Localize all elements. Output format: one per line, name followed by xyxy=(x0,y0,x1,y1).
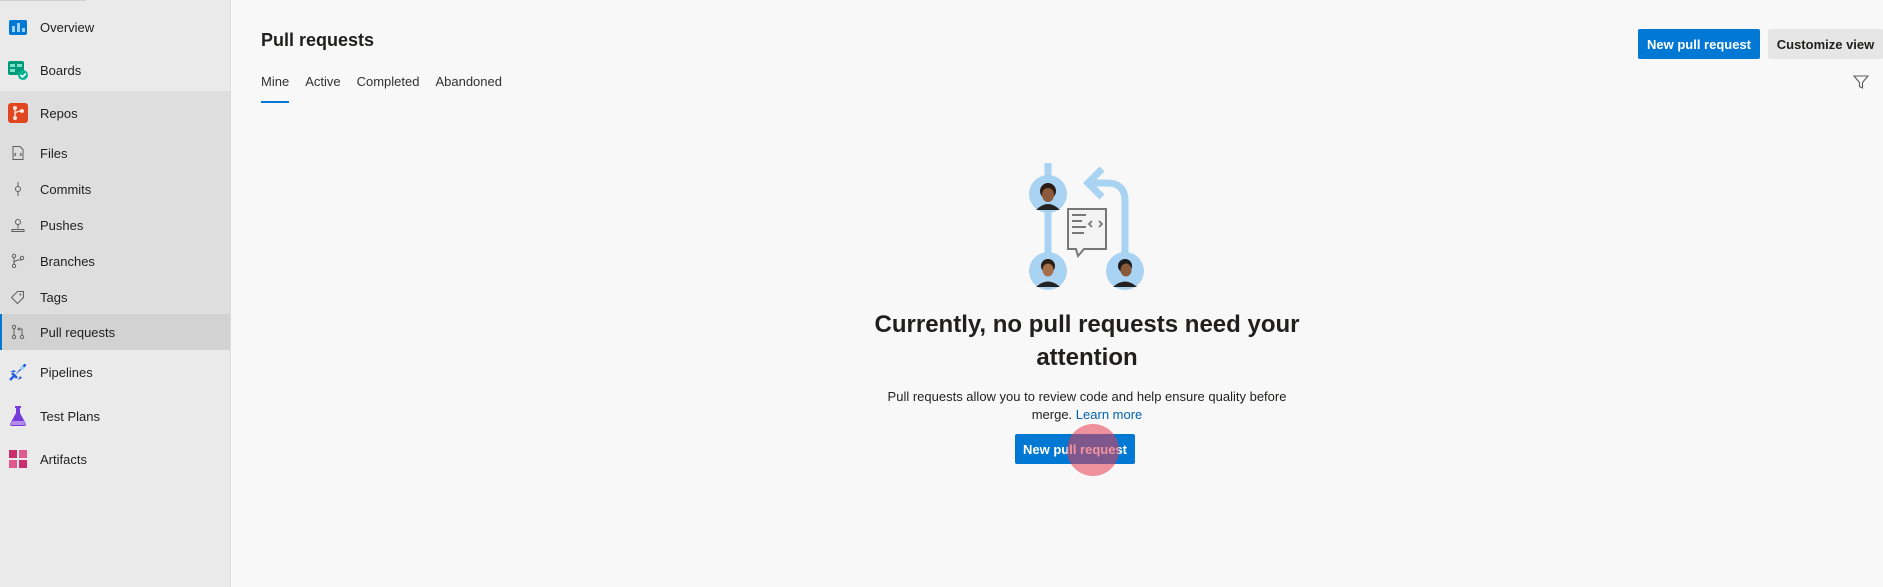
overview-icon xyxy=(7,16,29,38)
nav-item-label: Repos xyxy=(40,105,78,121)
test-plans-icon xyxy=(7,405,29,427)
pr-tabs: Mine Active Completed Abandoned xyxy=(261,74,518,104)
nav-item-tags[interactable]: Tags xyxy=(0,284,230,310)
branches-icon xyxy=(10,253,26,269)
nav-item-label: Pushes xyxy=(40,217,84,233)
nav-item-test-plans[interactable]: Test Plans xyxy=(0,403,230,429)
nav-item-label: Pull requests xyxy=(40,324,116,340)
artifacts-icon xyxy=(7,448,29,470)
nav-item-artifacts[interactable]: Artifacts xyxy=(0,446,230,472)
nav-item-boards[interactable]: Boards xyxy=(0,57,230,83)
left-navigation: Overview Boards Repos Files Commits Push… xyxy=(0,0,231,587)
nav-item-label: Boards xyxy=(40,62,82,78)
empty-state-illustration xyxy=(1012,153,1162,293)
nav-item-pushes[interactable]: Pushes xyxy=(0,212,230,238)
nav-item-files[interactable]: Files xyxy=(0,140,230,166)
nav-item-label: Tags xyxy=(40,289,68,305)
empty-state-new-pull-request-button[interactable]: New pull request xyxy=(1015,434,1135,464)
nav-item-branches[interactable]: Branches xyxy=(0,248,230,274)
new-pull-request-button[interactable]: New pull request xyxy=(1638,29,1760,59)
nav-item-pipelines[interactable]: Pipelines xyxy=(0,359,230,385)
empty-state-title: Currently, no pull requests need your at… xyxy=(874,311,1300,371)
nav-item-pull-requests[interactable]: Pull requests xyxy=(0,314,230,350)
nav-item-repos[interactable]: Repos xyxy=(0,100,230,126)
learn-more-link[interactable]: Learn more xyxy=(1076,407,1142,422)
pull-requests-icon xyxy=(10,324,26,340)
nav-item-label: Test Plans xyxy=(40,408,100,424)
nav-item-label: Files xyxy=(40,145,68,161)
nav-item-label: Artifacts xyxy=(40,451,87,467)
nav-item-label: Pipelines xyxy=(40,364,93,380)
nav-item-overview[interactable]: Overview xyxy=(0,14,230,40)
nav-item-label: Overview xyxy=(40,19,95,35)
tab-mine[interactable]: Mine xyxy=(261,74,290,104)
nav-item-label: Commits xyxy=(40,181,92,197)
files-icon xyxy=(10,145,26,161)
nav-item-label: Branches xyxy=(40,253,95,269)
pipelines-icon xyxy=(7,361,29,383)
commits-icon xyxy=(10,181,26,197)
main-content: Pull requests New pull request Customize… xyxy=(232,0,1883,587)
divider xyxy=(0,0,86,1)
nav-item-commits[interactable]: Commits xyxy=(0,176,230,202)
tab-completed[interactable]: Completed xyxy=(357,74,420,104)
customize-view-button[interactable]: Customize view xyxy=(1768,29,1883,59)
tab-active[interactable]: Active xyxy=(305,74,340,104)
tab-abandoned[interactable]: Abandoned xyxy=(435,74,502,104)
pushes-icon xyxy=(10,217,26,233)
page-title: Pull requests xyxy=(261,30,375,50)
filter-icon[interactable] xyxy=(1852,73,1870,91)
repos-icon xyxy=(7,102,29,124)
tags-icon xyxy=(10,289,26,305)
empty-state-description: Pull requests allow you to review code a… xyxy=(872,388,1302,424)
boards-icon xyxy=(7,59,29,81)
